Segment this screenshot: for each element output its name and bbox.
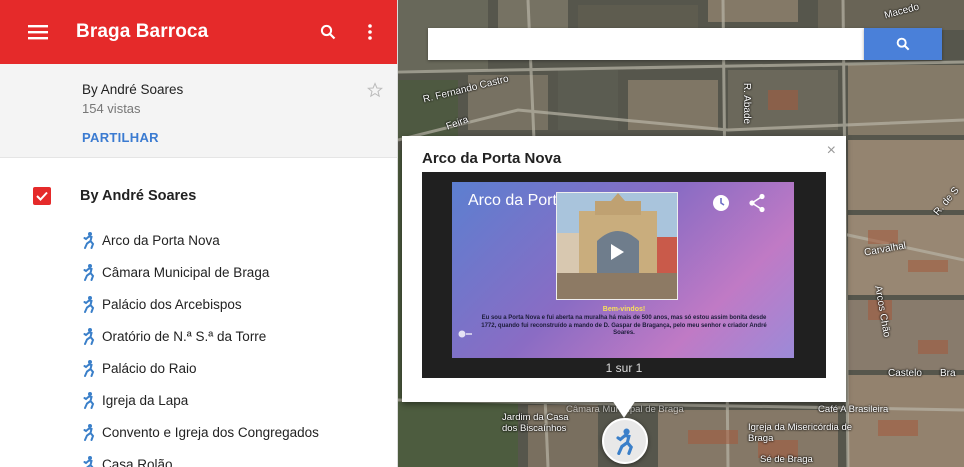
app-root: Braga Barroca By André Soares 154 vistas… [0, 0, 964, 467]
place-item[interactable]: Igreja da Lapa [0, 384, 397, 416]
street-label: R. Abade [741, 82, 753, 125]
layer-checkbox[interactable] [33, 187, 51, 205]
info-window-title: Arco da Porta Nova [422, 150, 562, 167]
more-vert-icon [368, 24, 372, 40]
walking-pin-icon [83, 296, 95, 313]
poi-label: Igreja da Misericórdia de Braga [748, 422, 853, 444]
walking-pin-icon [83, 392, 95, 409]
star-icon[interactable] [367, 82, 383, 98]
poi-label: Sé de Braga [760, 454, 813, 465]
arch-photo [556, 192, 678, 300]
place-list: Arco da Porta Nova Câmara Municipal de B… [0, 224, 397, 467]
pagination: 1 sur 1 [605, 361, 643, 375]
info-window: Arco da Porta Nova × Arco da Porta Nova [402, 136, 846, 402]
street-label: Castelo [888, 368, 922, 379]
search-button[interactable] [307, 0, 349, 64]
satellite-map[interactable]: R. Fernando Castro R. Abade Feira Carval… [398, 0, 964, 467]
place-label: Palácio dos Arcebispos [102, 296, 242, 312]
channel-logo-icon [458, 330, 472, 338]
play-icon[interactable] [605, 241, 627, 263]
map-search-button[interactable] [864, 28, 942, 60]
menu-button[interactable] [0, 0, 76, 64]
place-item[interactable]: Arco da Porta Nova [0, 224, 397, 256]
info-window-pointer [612, 400, 636, 418]
app-bar: Braga Barroca [0, 0, 397, 64]
place-item[interactable]: Palácio dos Arcebispos [0, 288, 397, 320]
media-viewer: Arco da Porta Nova Bem-vindos! Eu sou a … [422, 172, 826, 378]
slide-welcome: Bem-vindos! [602, 306, 646, 313]
walking-pin-icon [83, 328, 95, 345]
place-label: Igreja da Lapa [102, 392, 189, 408]
walking-pin-icon [83, 264, 95, 281]
app-title: Braga Barroca [76, 21, 209, 42]
search-icon [320, 24, 336, 40]
video-slide[interactable]: Arco da Porta Nova Bem-vindos! Eu sou a … [452, 182, 794, 358]
walking-pin-icon [83, 456, 94, 467]
map-author: By André Soares [82, 82, 184, 97]
walking-pin-icon [83, 424, 95, 441]
place-label: Câmara Municipal de Braga [102, 264, 270, 280]
share-button[interactable]: PARTILHAR [82, 130, 159, 145]
more-options-button[interactable] [349, 0, 391, 64]
walking-pin-icon [83, 360, 95, 377]
layer-header: By André Soares [0, 158, 397, 214]
place-label: Casa Rolão [102, 456, 173, 467]
share-icon[interactable] [748, 193, 766, 213]
layer-title: By André Soares [80, 188, 197, 204]
check-icon [36, 191, 48, 201]
map-search-input[interactable] [428, 28, 864, 60]
hamburger-icon [28, 25, 48, 40]
walking-pin-icon [616, 428, 633, 455]
watch-later-icon[interactable] [712, 194, 730, 212]
place-label: Convento e Igreja dos Congregados [102, 424, 319, 440]
search-icon [896, 37, 910, 51]
place-item[interactable]: Palácio do Raio [0, 352, 397, 384]
sidebar: Braga Barroca By André Soares 154 vistas… [0, 0, 398, 467]
poi-label: Jardim da Casa dos Biscaínhos [502, 412, 569, 434]
walking-pin-icon [83, 232, 95, 249]
place-label: Oratório de N.ª S.ª da Torre [102, 328, 267, 344]
map-marker[interactable] [602, 418, 648, 464]
place-item[interactable]: Convento e Igreja dos Congregados [0, 416, 397, 448]
map-info-panel: By André Soares 154 vistas PARTILHAR [0, 64, 397, 158]
place-label: Arco da Porta Nova [102, 232, 220, 248]
street-label: Bra [940, 368, 956, 379]
close-button[interactable]: × [827, 142, 836, 160]
place-item[interactable]: Câmara Municipal de Braga [0, 256, 397, 288]
poi-label: Café A Brasileira [818, 404, 889, 415]
slide-text: Eu sou a Porta Nova e fui aberta na mura… [481, 315, 767, 336]
view-count: 154 vistas [82, 101, 141, 116]
place-item[interactable]: Oratório de N.ª S.ª da Torre [0, 320, 397, 352]
place-label: Palácio do Raio [102, 360, 197, 376]
place-item[interactable]: Casa Rolão [0, 448, 397, 467]
